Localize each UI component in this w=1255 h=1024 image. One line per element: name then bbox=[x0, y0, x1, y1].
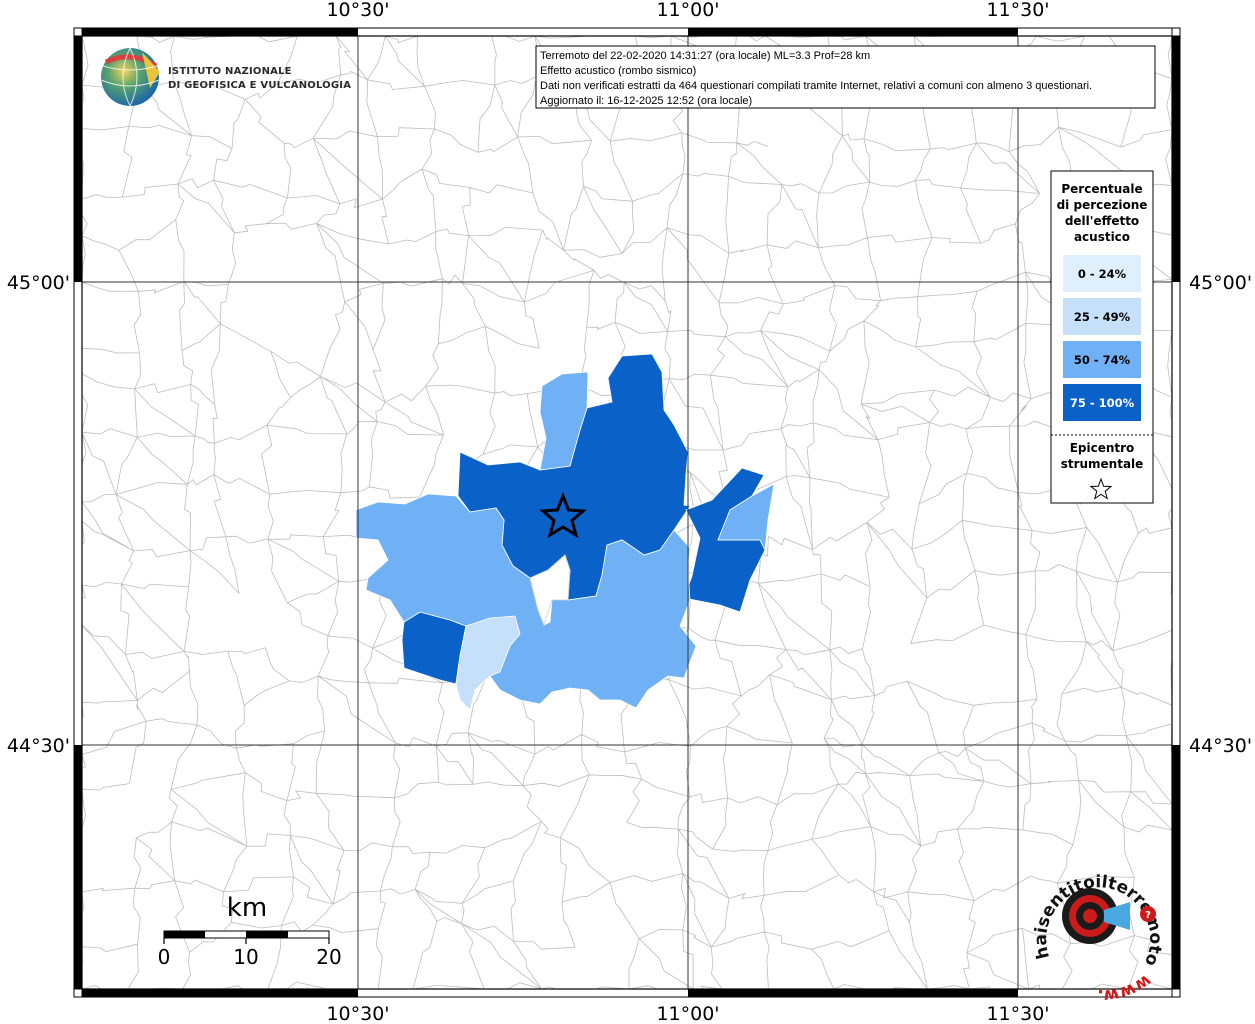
legend-label-0: 0 - 24% bbox=[1078, 267, 1127, 281]
scale-unit: km bbox=[227, 893, 267, 923]
left-tick-1: 45°00' bbox=[7, 272, 70, 294]
legend-title-2: di percezione bbox=[1057, 198, 1148, 212]
scale-label-10: 10 bbox=[233, 945, 258, 969]
top-tick-1: 10°30' bbox=[326, 0, 389, 21]
legend: Percentuale di percezione dell'effetto a… bbox=[1050, 170, 1154, 504]
top-tick-2: 11°00' bbox=[656, 0, 719, 21]
bottom-tick-1: 10°30' bbox=[326, 1003, 389, 1024]
legend-class-3: 75 - 100% bbox=[1063, 384, 1141, 421]
legend-class-0: 0 - 24% bbox=[1063, 255, 1141, 292]
legend-title-3: dell'effetto bbox=[1065, 214, 1139, 228]
left-tick-2: 44°30' bbox=[7, 735, 70, 757]
legend-label-2: 50 - 74% bbox=[1074, 353, 1131, 367]
right-tick-2: 44°30' bbox=[1189, 735, 1252, 757]
info-box: Terremoto del 22-02-2020 14:31:27 (ora l… bbox=[535, 45, 1156, 109]
legend-label-3: 75 - 100% bbox=[1070, 396, 1135, 410]
intensity-map[interactable]: 10°30' 11°00' 11°30' 10°30' 11°00' 11°30… bbox=[0, 0, 1255, 1024]
institute-line-1: ISTITUTO NAZIONALE bbox=[168, 66, 292, 77]
right-tick-1: 45°00' bbox=[1189, 272, 1252, 294]
legend-epicenter-1: Epicentro bbox=[1070, 441, 1135, 455]
bottom-tick-2: 11°00' bbox=[656, 1003, 719, 1024]
info-line-3: Dati non verificati estratti da 464 ques… bbox=[540, 80, 1092, 92]
scale-label-0: 0 bbox=[158, 945, 171, 969]
bottom-tick-3: 11°30' bbox=[986, 1003, 1049, 1024]
institute-line-2: DI GEOFISICA E VULCANOLOGIA bbox=[168, 80, 351, 91]
svg-text:?: ? bbox=[1145, 910, 1151, 921]
legend-title-4: acustico bbox=[1074, 230, 1130, 244]
legend-title-1: Percentuale bbox=[1061, 182, 1142, 196]
info-line-4: Aggiornato il: 16-12-2025 12:52 (ora loc… bbox=[540, 95, 752, 107]
info-line-1: Terremoto del 22-02-2020 14:31:27 (ora l… bbox=[540, 50, 870, 62]
top-tick-3: 11°30' bbox=[986, 0, 1049, 21]
scale-label-20: 20 bbox=[316, 945, 341, 969]
legend-class-2: 50 - 74% bbox=[1063, 341, 1141, 378]
legend-label-1: 25 - 49% bbox=[1074, 310, 1131, 324]
legend-epicenter-2: strumentale bbox=[1061, 457, 1144, 471]
info-line-2: Effetto acustico (rombo sismico) bbox=[540, 65, 696, 77]
legend-class-1: 25 - 49% bbox=[1063, 298, 1141, 335]
